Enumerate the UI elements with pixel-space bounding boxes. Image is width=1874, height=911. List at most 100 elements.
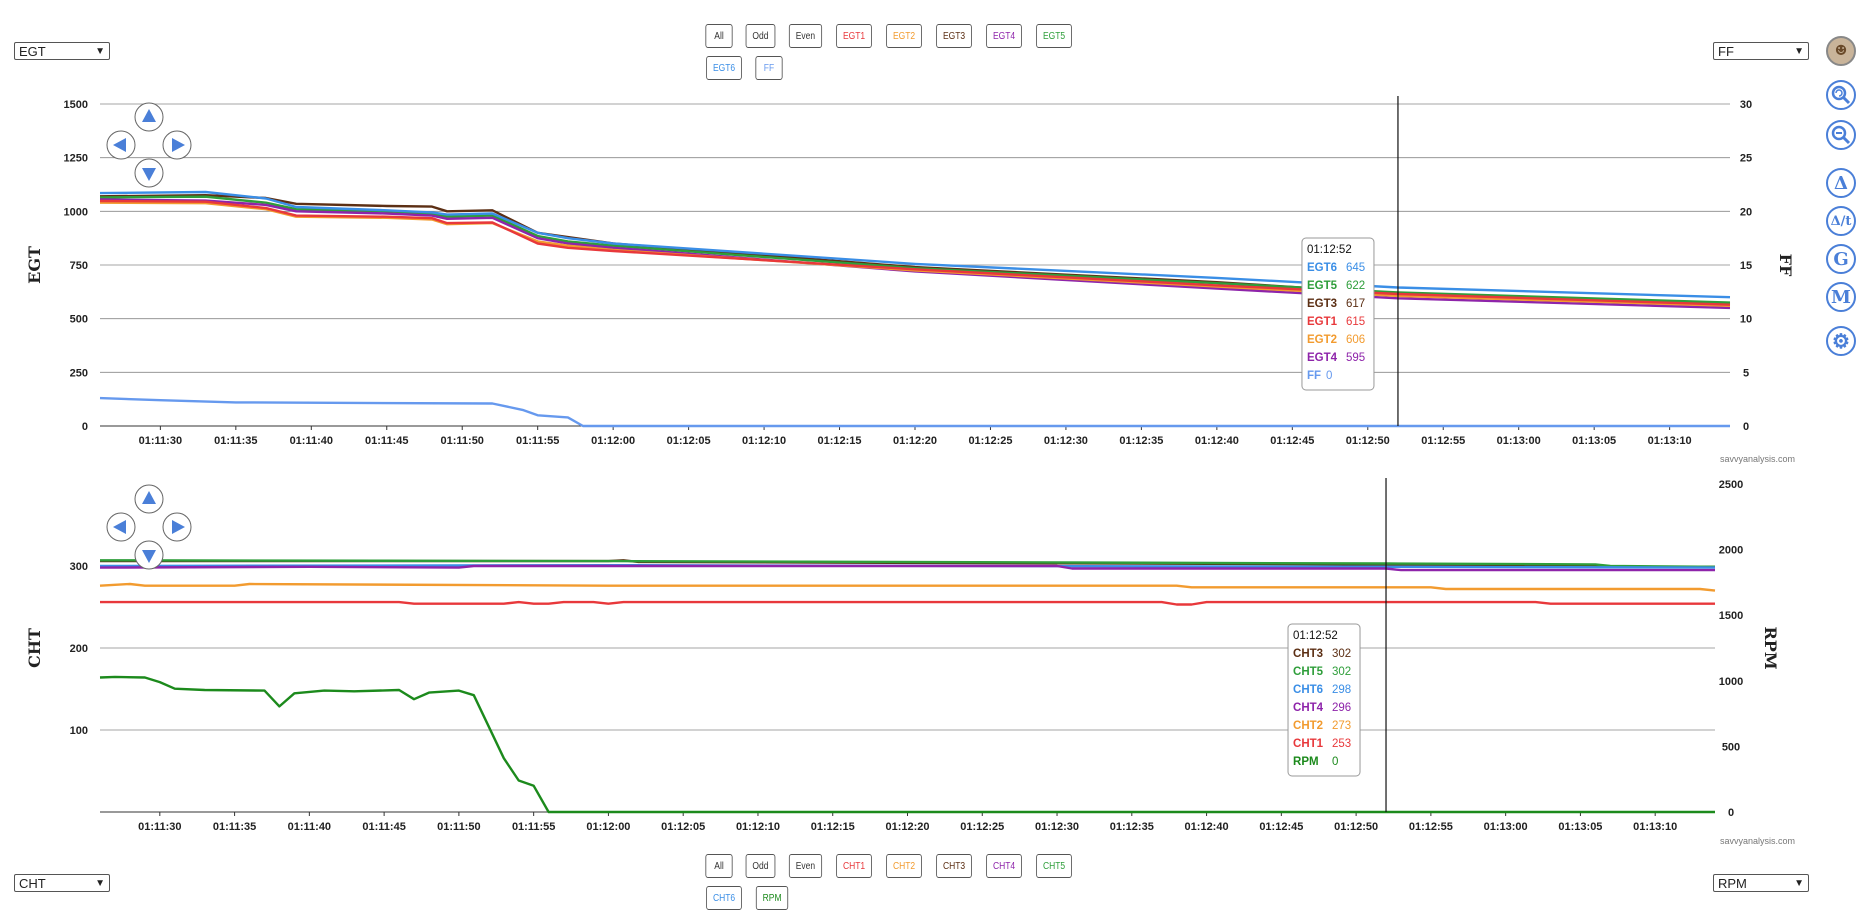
top-toggle-all[interactable]: All bbox=[705, 24, 733, 48]
chart1-tooltip-time: 01:12:52 bbox=[1293, 630, 1338, 642]
chart1-tooltip bbox=[1287, 623, 1361, 777]
bottom-toggle-cht1[interactable]: CHT1 bbox=[835, 854, 872, 878]
bottom-toggle-even[interactable]: Even bbox=[788, 854, 822, 878]
top-toggle-egt3[interactable]: EGT3 bbox=[936, 24, 972, 48]
chart1-xtick-label: 01:12:25 bbox=[960, 821, 1004, 833]
chart0-tooltip-name: EGT5 bbox=[1307, 280, 1338, 292]
chart1-xtick-label: 01:12:00 bbox=[586, 821, 630, 833]
chart1-y2tick-label: 2000 bbox=[1719, 545, 1743, 557]
settings-icon[interactable]: ⚙ bbox=[1826, 326, 1856, 356]
delta-per-time-icon[interactable]: Δ/t bbox=[1826, 206, 1856, 236]
chart0-tooltip bbox=[1301, 237, 1375, 391]
chart1-xtick-label: 01:11:55 bbox=[512, 821, 555, 833]
chart0-pan-down-icon[interactable] bbox=[134, 158, 164, 188]
chevron-down-icon: ▼ bbox=[95, 877, 105, 889]
chart0-xtick-label: 01:12:40 bbox=[1195, 435, 1239, 447]
chart0-xtick-label: 01:12:05 bbox=[667, 435, 711, 447]
cht-rpm-chart[interactable]: 100 200 300 0 500 1000 1500 2000 2500 01:11:30 01:… bbox=[0, 470, 1800, 840]
chart1-tooltip-name: CHT3 bbox=[1293, 648, 1323, 660]
top-toggle-egt6[interactable]: EGT6 bbox=[706, 56, 742, 80]
chart1-tooltip-value: 253 bbox=[1332, 738, 1351, 750]
top-toggle-even[interactable]: Even bbox=[788, 24, 822, 48]
chart1-xtick-label: 01:13:00 bbox=[1484, 821, 1528, 833]
chart0-pan-left-icon[interactable] bbox=[106, 130, 136, 160]
chart0-tooltip-name: EGT6 bbox=[1307, 262, 1337, 274]
m-icon[interactable]: M bbox=[1826, 282, 1856, 312]
bottom-series-toggle-bar: All Odd Even CHT1 CHT2 CHT3 CHT4 CHT5 CHT6 RPM bbox=[703, 854, 1123, 910]
chart0-tooltip-value: 595 bbox=[1346, 352, 1365, 364]
chart0-xtick-label: 01:12:50 bbox=[1346, 435, 1390, 447]
egt-ff-chart[interactable]: 0 250 500 750 1000 1250 1500 0 5 10 15 20 25 30 01:11:… bbox=[0, 84, 1800, 464]
chart0-tooltip-time: 01:12:52 bbox=[1307, 244, 1352, 256]
chart1-tooltip-name: CHT6 bbox=[1293, 684, 1323, 696]
top-right-series-select[interactable]: FF ▼ bbox=[1713, 42, 1809, 60]
chart1-series-cht1 bbox=[100, 600, 1715, 606]
chart1-xtick-label: 01:12:40 bbox=[1185, 821, 1229, 833]
chart1-tooltip-name: CHT1 bbox=[1293, 738, 1324, 750]
chart1-pan-left-icon[interactable] bbox=[106, 512, 136, 542]
bottom-toggle-cht3[interactable]: CHT3 bbox=[936, 854, 972, 878]
chart0-y2tick-label: 15 bbox=[1740, 260, 1752, 272]
top-toggle-egt5[interactable]: EGT5 bbox=[1036, 24, 1073, 48]
chart1-series-rpm bbox=[99, 675, 1715, 814]
chart0-xtick-label: 01:12:45 bbox=[1270, 435, 1314, 447]
chart1-ytick-label: 100 bbox=[70, 725, 88, 737]
chart0-pan-right-icon[interactable] bbox=[162, 130, 192, 160]
bottom-toggle-rpm[interactable]: RPM bbox=[755, 886, 789, 910]
chart0-pan-up-icon[interactable] bbox=[134, 102, 164, 132]
chart1-tooltip-value: 273 bbox=[1332, 720, 1351, 732]
chart0-y2label: FF bbox=[1776, 254, 1795, 277]
chart1-series-cht2 bbox=[99, 582, 1716, 592]
chart1-ytick-label: 200 bbox=[70, 643, 88, 655]
bottom-left-series-select[interactable]: CHT ▼ bbox=[14, 874, 110, 892]
chart1-xtick-label: 01:13:05 bbox=[1558, 821, 1602, 833]
chart0-xtick-label: 01:11:30 bbox=[139, 435, 182, 447]
top-toggle-odd[interactable]: Odd bbox=[745, 24, 776, 48]
chart1-y2tick-label: 500 bbox=[1722, 741, 1740, 753]
chart0-ytick-label: 1250 bbox=[64, 153, 88, 165]
delta-icon[interactable]: Δ bbox=[1826, 168, 1856, 198]
chevron-down-icon: ▼ bbox=[95, 45, 105, 57]
chart1-pan-right-icon[interactable] bbox=[162, 512, 192, 542]
chart0-ytick-label: 1000 bbox=[64, 206, 88, 218]
top-toggle-egt1[interactable]: EGT1 bbox=[835, 24, 872, 48]
chart0-tooltip-name: FF bbox=[1307, 370, 1321, 382]
chart1-tooltip-value: 302 bbox=[1332, 666, 1351, 678]
top-toggle-egt4[interactable]: EGT4 bbox=[986, 24, 1023, 48]
chart1-tooltip-name: CHT5 bbox=[1293, 666, 1324, 678]
chart0-xtick-label: 01:12:55 bbox=[1421, 435, 1465, 447]
bottom-toggle-odd[interactable]: Odd bbox=[745, 854, 776, 878]
zoom-out-icon[interactable] bbox=[1826, 120, 1856, 150]
chart1-tooltip-name: CHT2 bbox=[1293, 720, 1323, 732]
chart0-ytick-label: 250 bbox=[70, 367, 88, 379]
g-icon[interactable]: G bbox=[1826, 244, 1856, 274]
chart1-pan-up-icon[interactable] bbox=[134, 484, 164, 514]
chart1-pan-down-icon[interactable] bbox=[134, 540, 164, 570]
credit-bottom: savvyanalysis.com bbox=[1720, 836, 1796, 846]
chevron-down-icon: ▼ bbox=[1794, 877, 1804, 889]
bottom-toggle-cht4[interactable]: CHT4 bbox=[986, 854, 1023, 878]
top-toggle-ff[interactable]: FF bbox=[755, 56, 783, 80]
zoom-reset-icon[interactable] bbox=[1826, 80, 1856, 110]
bottom-toggle-cht6[interactable]: CHT6 bbox=[706, 886, 742, 910]
chart1-xtick-label: 01:12:45 bbox=[1259, 821, 1303, 833]
bottom-toggle-all[interactable]: All bbox=[705, 854, 733, 878]
top-toggle-egt2[interactable]: EGT2 bbox=[885, 24, 922, 48]
bottom-right-series-select[interactable]: RPM ▼ bbox=[1713, 874, 1809, 892]
chart1-xtick-label: 01:11:45 bbox=[362, 821, 405, 833]
top-left-series-select[interactable]: EGT ▼ bbox=[14, 42, 110, 60]
chart0-xtick-label: 01:11:40 bbox=[290, 435, 333, 447]
chart1-y2tick-label: 2500 bbox=[1719, 479, 1743, 491]
chart0-y2tick-label: 0 bbox=[1743, 421, 1749, 433]
credit-top: savvyanalysis.com bbox=[1720, 454, 1796, 464]
chart0-tooltip-value: 645 bbox=[1346, 262, 1365, 274]
chart0-tooltip-value: 615 bbox=[1346, 316, 1365, 328]
bottom-toggle-cht5[interactable]: CHT5 bbox=[1036, 854, 1073, 878]
chart0-xtick-label: 01:12:10 bbox=[742, 435, 786, 447]
bottom-right-select-value: RPM bbox=[1718, 875, 1747, 891]
chart1-xtick-label: 01:12:05 bbox=[661, 821, 705, 833]
chart1-xtick-label: 01:12:55 bbox=[1409, 821, 1453, 833]
bottom-toggle-cht2[interactable]: CHT2 bbox=[885, 854, 922, 878]
avatar-icon[interactable]: ☻ bbox=[1826, 36, 1856, 66]
chart0-xtick-label: 01:11:35 bbox=[214, 435, 257, 447]
